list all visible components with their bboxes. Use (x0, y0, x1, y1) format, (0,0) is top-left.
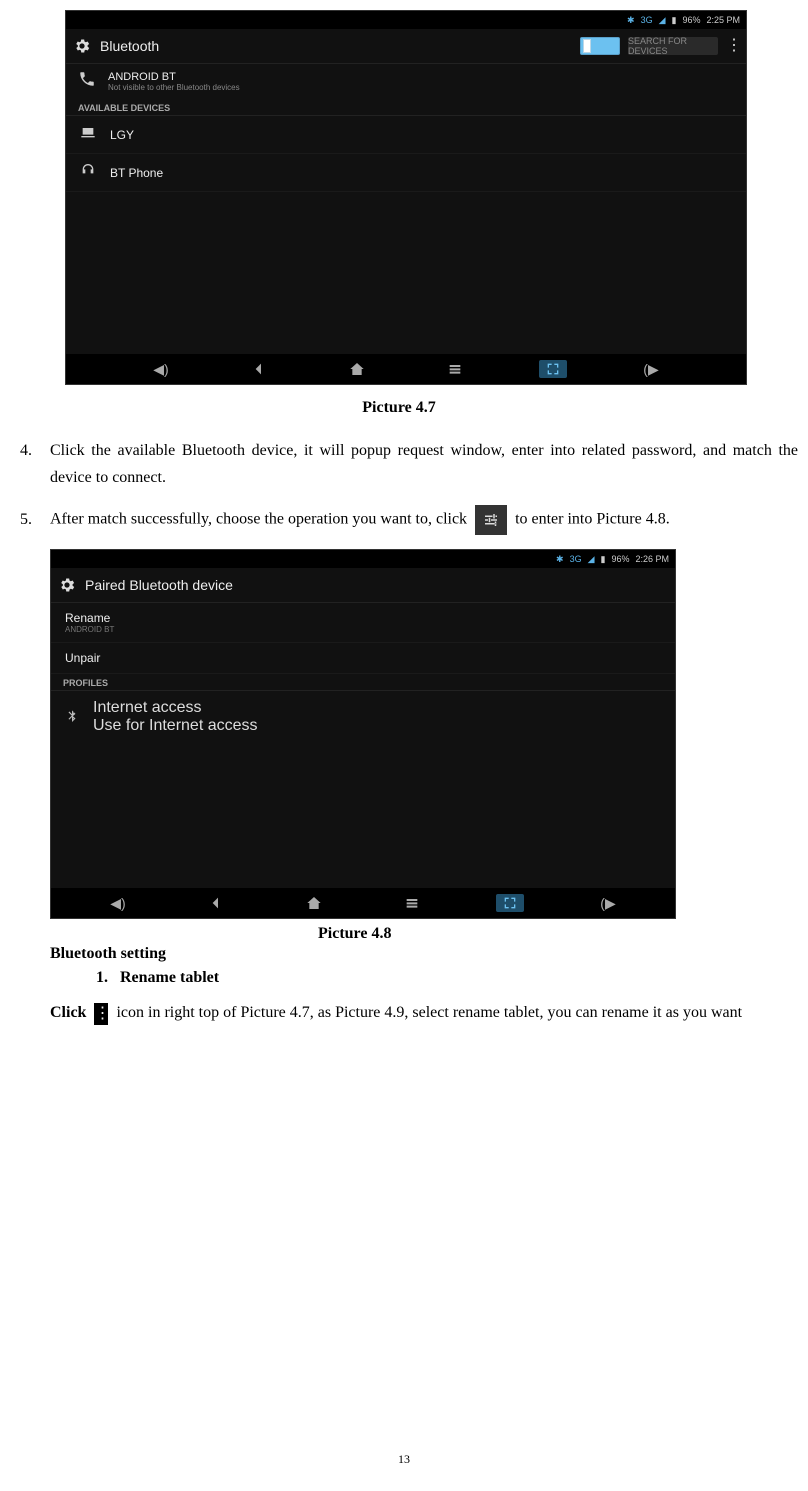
caption-4-8: Picture 4.8 (318, 925, 798, 943)
unpair-row[interactable]: Unpair (51, 643, 675, 674)
status-bluetooth-icon: ✱ (556, 554, 564, 565)
sub-number: 1. (96, 969, 108, 986)
sliders-settings-icon (475, 505, 507, 535)
device-name: LGY (110, 128, 134, 142)
nav-bar: ◀) (▶ (66, 354, 746, 384)
nav-home-icon[interactable] (343, 360, 371, 378)
nav-volume-up-icon[interactable]: (▶ (637, 360, 665, 378)
rename-para-rest: icon in right top of Picture 4.7, as Pic… (116, 1004, 742, 1021)
step-5: After match successfully, choose the ope… (36, 505, 798, 535)
step-4: Click the available Bluetooth device, it… (36, 437, 798, 491)
device-row-btphone[interactable]: BT Phone (66, 154, 746, 192)
nav-screenshot-icon[interactable] (539, 360, 567, 378)
nav-volume-down-icon[interactable]: ◀) (104, 894, 132, 912)
bluetooth-icon (65, 708, 79, 727)
nav-recent-icon[interactable] (441, 360, 469, 378)
step-5-text-a: After match successfully, choose the ope… (50, 511, 471, 528)
available-devices-label: AVAILABLE DEVICES (66, 99, 746, 116)
page-title: Bluetooth (100, 38, 159, 54)
status-signal-icon: ◢ (588, 554, 595, 565)
nav-home-icon[interactable] (300, 894, 328, 912)
status-3g: 3G (641, 15, 653, 25)
status-bar: ✱ 3G ◢ ▮ 96% 2:26 PM (51, 550, 675, 568)
page-number: 13 (0, 1452, 808, 1467)
rename-row[interactable]: Rename ANDROID BT (51, 603, 675, 643)
nav-volume-down-icon[interactable]: ◀) (147, 360, 175, 378)
settings-header: Bluetooth SEARCH FOR DEVICES ⋮ (66, 29, 746, 64)
nav-volume-up-icon[interactable]: (▶ (594, 894, 622, 912)
status-time: 2:26 PM (635, 554, 669, 564)
rename-subtitle: ANDROID BT (65, 625, 661, 634)
status-bar: ✱ 3G ◢ ▮ 96% 2:25 PM (66, 11, 746, 29)
settings-gear-icon[interactable] (57, 575, 77, 595)
profile-subtitle: Use for Internet access (93, 717, 258, 735)
device-name: BT Phone (110, 166, 163, 180)
device-row-lgy[interactable]: LGY (66, 116, 746, 154)
overflow-menu-icon (94, 1003, 108, 1025)
status-battery-icon: ▮ (672, 15, 677, 26)
status-signal-icon: ◢ (659, 15, 666, 26)
rename-tablet-heading: 1. Rename tablet (96, 969, 788, 987)
status-battery-icon: ▮ (601, 554, 606, 565)
status-battery: 96% (611, 554, 629, 564)
click-bold: Click (50, 1004, 90, 1021)
caption-4-7: Picture 4.7 (0, 399, 798, 417)
status-time: 2:25 PM (706, 15, 740, 25)
my-device-name: ANDROID BT (108, 71, 240, 83)
nav-recent-icon[interactable] (398, 894, 426, 912)
settings-header: Paired Bluetooth device (51, 568, 675, 603)
nav-back-icon[interactable] (245, 360, 273, 378)
profile-title: Internet access (93, 699, 258, 717)
overflow-menu-icon[interactable]: ⋮ (726, 38, 738, 54)
unpair-label: Unpair (65, 651, 661, 665)
screenshot-picture-4-8: ✱ 3G ◢ ▮ 96% 2:26 PM Paired Bluetooth de… (50, 549, 676, 919)
settings-gear-icon[interactable] (72, 36, 92, 56)
my-device-subtitle: Not visible to other Bluetooth devices (108, 83, 240, 92)
profiles-label: PROFILES (51, 674, 675, 691)
my-device-row[interactable]: ANDROID BT Not visible to other Bluetoot… (66, 64, 746, 99)
headphones-icon (80, 162, 96, 183)
bluetooth-toggle[interactable] (580, 37, 620, 55)
laptop-icon (80, 124, 96, 145)
status-3g: 3G (570, 554, 582, 564)
nav-bar: ◀) (▶ (51, 888, 675, 918)
search-devices-button[interactable]: SEARCH FOR DEVICES (628, 37, 718, 55)
step-4-text: Click the available Bluetooth device, it… (50, 442, 798, 486)
screenshot-picture-4-7: ✱ 3G ◢ ▮ 96% 2:25 PM Bluetooth SEARCH FO… (65, 10, 747, 385)
rename-tablet-paragraph: Click icon in right top of Picture 4.7, … (50, 997, 788, 1029)
nav-screenshot-icon[interactable] (496, 894, 524, 912)
rename-label: Rename (65, 611, 661, 625)
sub-label: Rename tablet (120, 969, 219, 986)
status-battery: 96% (682, 15, 700, 25)
status-bluetooth-icon: ✱ (627, 15, 635, 26)
phone-icon (78, 70, 96, 93)
profile-row-internet[interactable]: Internet access Use for Internet access (51, 691, 675, 743)
nav-back-icon[interactable] (202, 894, 230, 912)
bluetooth-setting-heading: Bluetooth setting (50, 945, 788, 963)
step-5-text-b: to enter into Picture 4.8. (515, 511, 670, 528)
page-title: Paired Bluetooth device (85, 577, 233, 593)
steps-list: Click the available Bluetooth device, it… (10, 437, 798, 535)
